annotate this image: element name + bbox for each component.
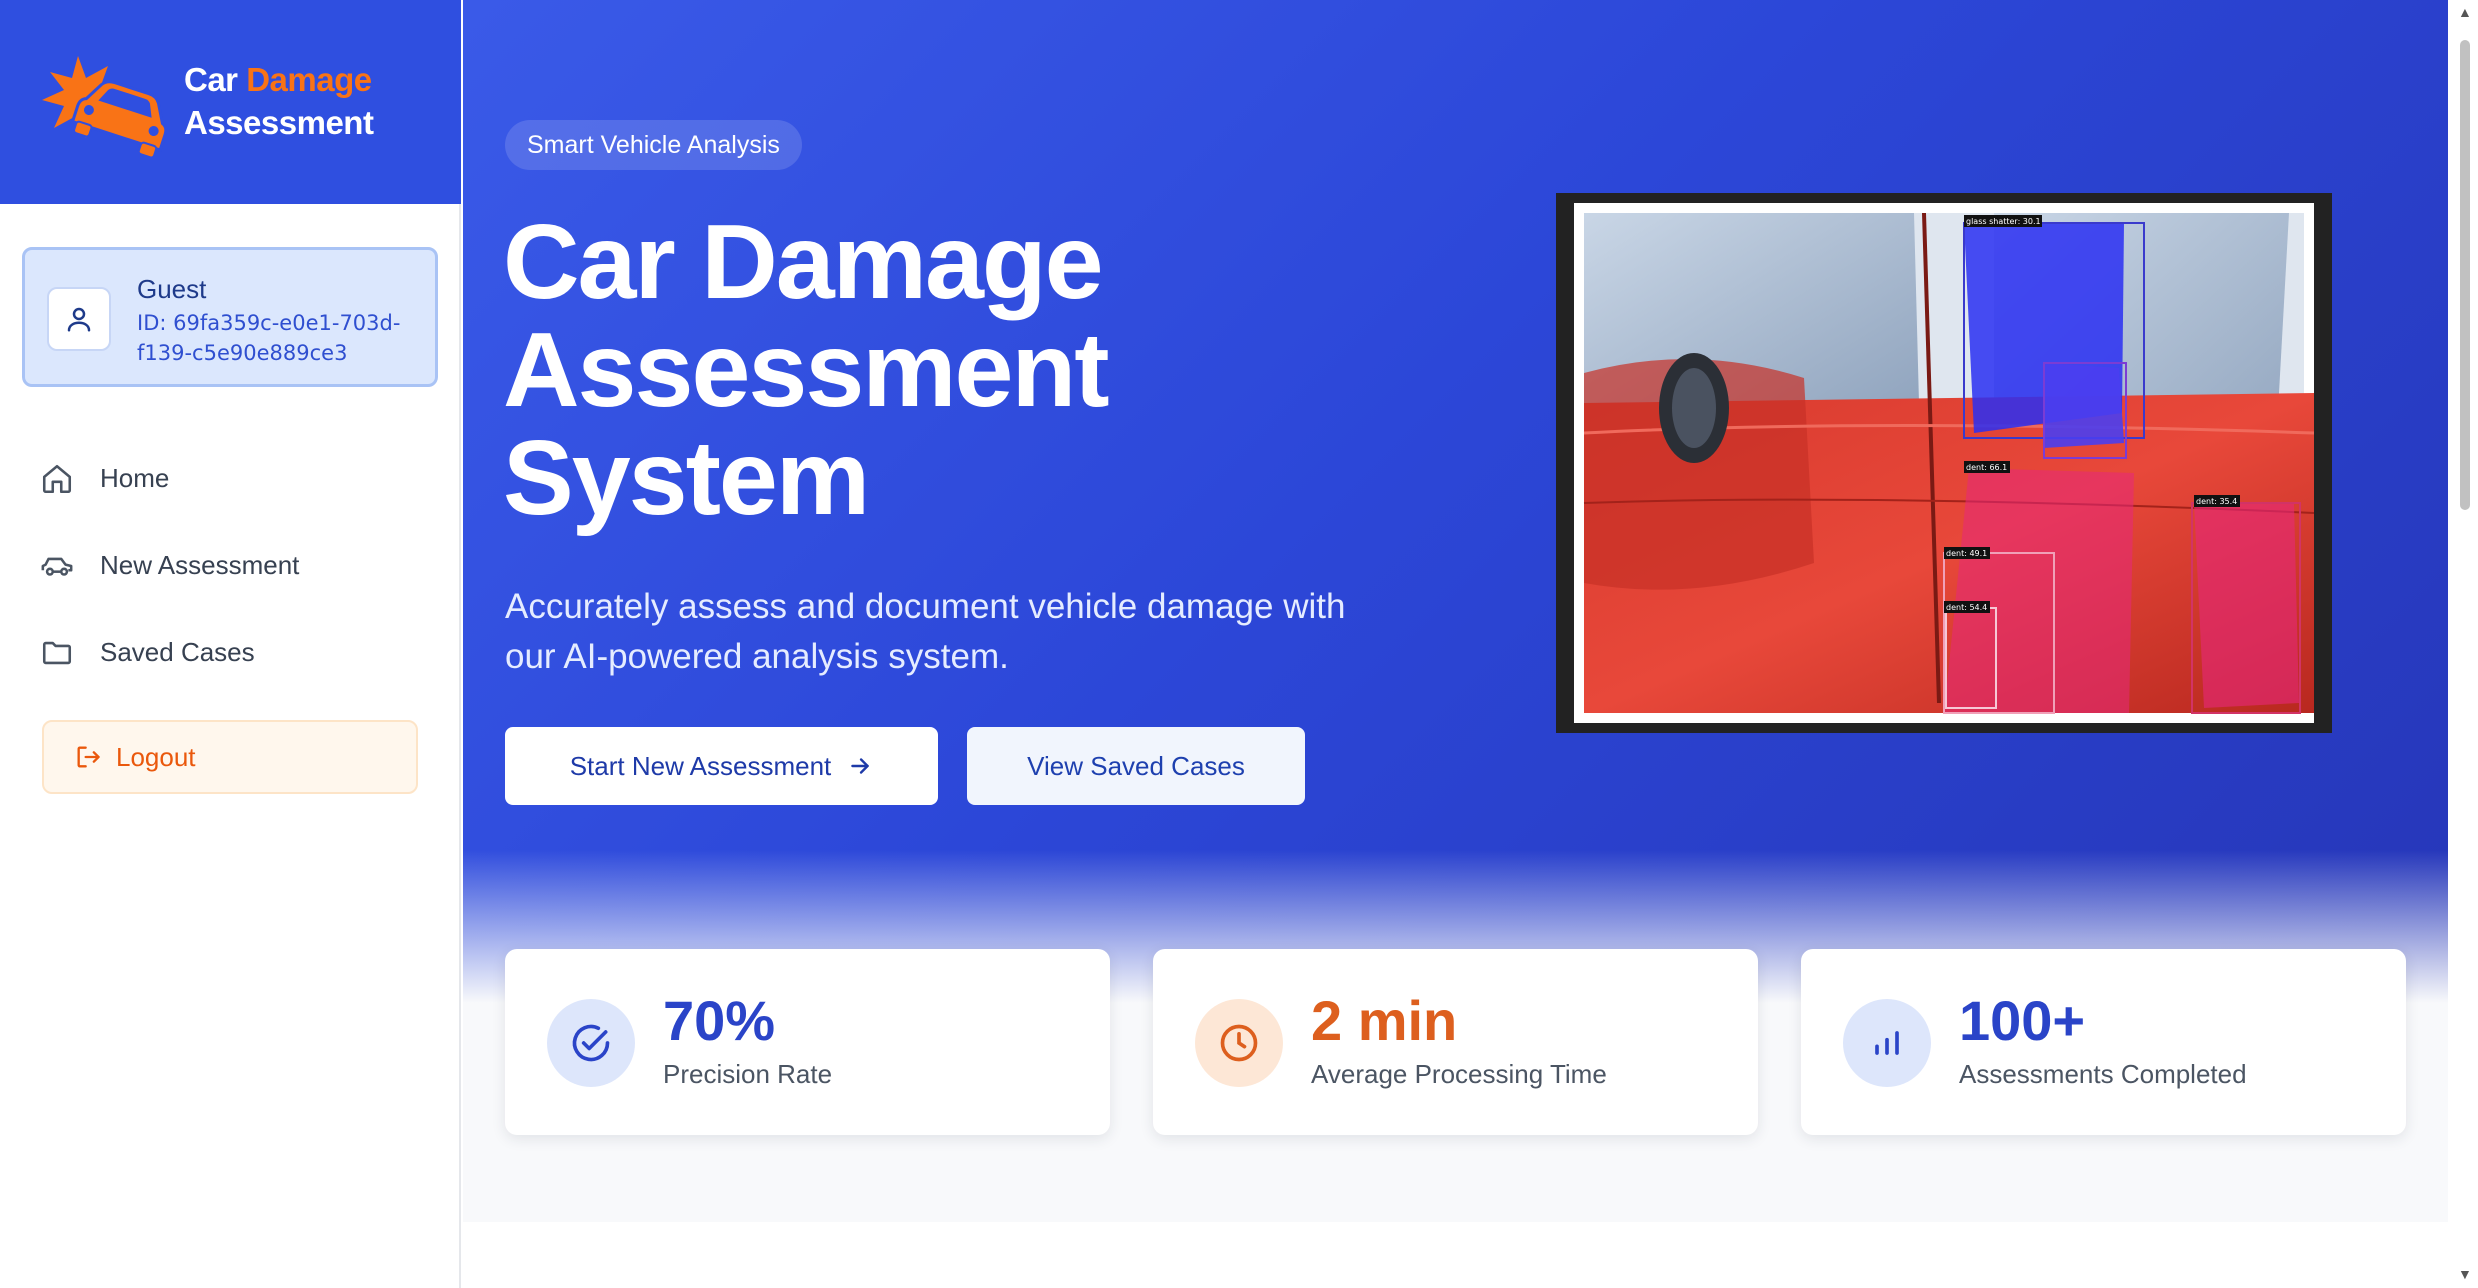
stat-icon-wrap (1195, 999, 1283, 1087)
stat-icon-wrap (1843, 999, 1931, 1087)
damage-detection-image: glass shatter: 30.1 dent: 66.1 dent: 49.… (1556, 193, 2332, 733)
sidebar-nav: Home New Assessment Saved Cases (40, 435, 440, 696)
brand-name-assessment: Assessment (184, 104, 374, 141)
sidebar-item-label: New Assessment (100, 550, 300, 580)
user-name: Guest (137, 274, 207, 304)
stat-card-processing-time: 2 min Average Processing Time (1153, 949, 1758, 1135)
scroll-up-icon[interactable]: ▲ (2458, 4, 2472, 20)
clock-icon (1220, 1024, 1258, 1062)
user-card: Guest ID: 69fa359c-e0e1-703d-f139-c5e90e… (22, 247, 438, 387)
bar-chart-icon (1875, 1031, 1899, 1055)
sidebar: Car Damage Assessment Guest ID: 69fa359c… (0, 0, 461, 1288)
logout-button[interactable]: Logout (42, 720, 418, 794)
user-id: ID: 69fa359c-e0e1-703d-f139-c5e90e889ce3 (137, 311, 401, 365)
sidebar-item-home[interactable]: Home (40, 435, 440, 522)
page-title: Car Damage Assessment System (503, 208, 1403, 532)
button-label: Start New Assessment (569, 750, 832, 781)
detection-label: dent: 49.1 (1946, 549, 1987, 558)
stat-value: 70% (663, 989, 776, 1052)
button-label: View Saved Cases (1027, 750, 1245, 781)
detection-label: dent: 35.4 (2196, 497, 2237, 506)
brand-name-car: Car (184, 61, 238, 98)
stat-label: Average Processing Time (1311, 1059, 1607, 1089)
sidebar-item-saved-cases[interactable]: Saved Cases (40, 609, 440, 696)
start-new-assessment-button[interactable]: Start New Assessment (505, 727, 938, 805)
check-circle-icon (572, 1024, 610, 1062)
stat-label: Precision Rate (663, 1059, 833, 1089)
user-icon (67, 307, 91, 332)
detection-label: dent: 54.4 (1946, 603, 1987, 612)
scroll-thumb[interactable] (2460, 40, 2470, 510)
page-title-line: Assessment (503, 311, 1110, 429)
home-icon (42, 464, 72, 493)
stat-card-precision: 70% Precision Rate (505, 949, 1110, 1135)
hero-pill: Smart Vehicle Analysis (505, 120, 802, 170)
brand-header: Car Damage Assessment (0, 0, 461, 204)
car-damage-logo-icon (42, 56, 168, 158)
hero-subtitle: Accurately assess and document vehicle d… (505, 587, 1346, 676)
sidebar-item-label: Home (100, 463, 170, 493)
main-content: Smart Vehicle Analysis Car Damage Assess… (463, 0, 2448, 1288)
avatar (47, 287, 111, 351)
page-title-line: System (503, 419, 870, 537)
stat-value: 2 min (1311, 989, 1458, 1052)
sidebar-item-label: Saved Cases (100, 637, 255, 667)
arrow-right-icon (851, 758, 870, 774)
sidebar-item-new-assessment[interactable]: New Assessment (40, 522, 440, 609)
damage-photo-border: glass shatter: 30.1 dent: 66.1 dent: 49.… (1574, 203, 2315, 723)
brand-name: Car Damage Assessment (184, 58, 374, 144)
logout-icon (77, 746, 100, 768)
page-scrollbar[interactable]: ▲ ▼ (2452, 0, 2478, 1288)
scroll-down-icon[interactable]: ▼ (2458, 1266, 2472, 1282)
detection-label: glass shatter: 30.1 (1966, 217, 2041, 226)
view-saved-cases-button[interactable]: View Saved Cases (967, 727, 1305, 805)
stat-card-assessments: 100+ Assessments Completed (1801, 949, 2406, 1135)
stat-value: 100+ (1959, 989, 2086, 1052)
car-damage-illustration: glass shatter: 30.1 dent: 66.1 dent: 49.… (1583, 212, 2315, 714)
car-icon (41, 557, 73, 576)
logout-label: Logout (116, 741, 196, 772)
stat-icon-wrap (547, 999, 635, 1087)
folder-icon (42, 641, 72, 664)
stat-label: Assessments Completed (1959, 1059, 2247, 1089)
brand-name-damage: Damage (246, 61, 372, 98)
detection-label: dent: 66.1 (1966, 463, 2007, 472)
page-title-line: Car Damage (503, 203, 1104, 321)
